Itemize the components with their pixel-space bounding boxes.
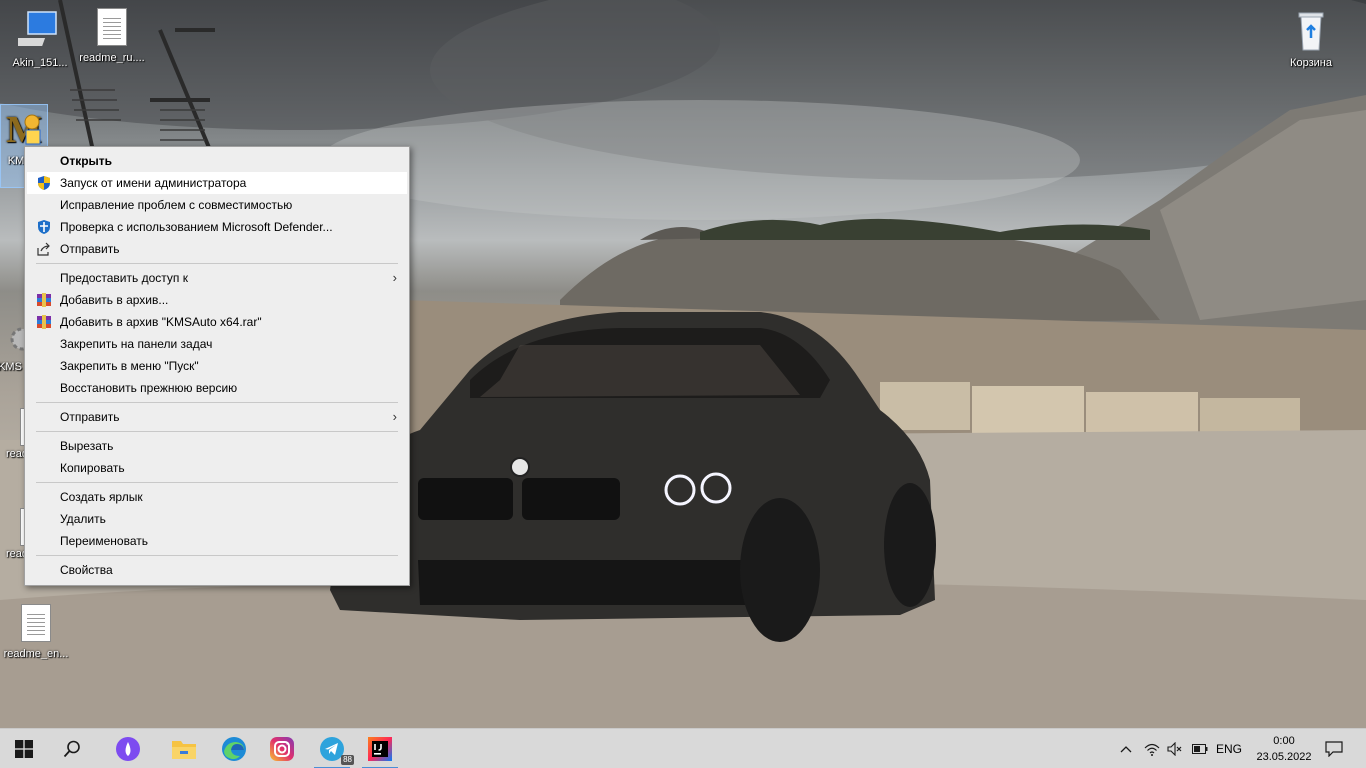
menu-item-label: Проверка с использованием Microsoft Defe… [60, 220, 333, 234]
menu-item-label: Добавить в архив "KMSAuto x64.rar" [60, 315, 262, 329]
desktop-icon-label: Akin_151... [12, 57, 68, 69]
menu-item-label: Предоставить доступ к [60, 271, 188, 285]
start-button[interactable] [0, 729, 48, 768]
menu-item-label: Добавить в архив... [60, 293, 169, 307]
battery-status[interactable] [1189, 729, 1211, 768]
menu-item-label: Удалить [60, 512, 106, 526]
clock-date: 23.05.2022 [1256, 751, 1312, 763]
menu-item-properties[interactable]: Свойства [27, 559, 407, 581]
menu-item-rename[interactable]: Переименовать [27, 530, 407, 552]
submenu-arrow-icon: › [392, 409, 397, 424]
computer-icon [8, 11, 57, 46]
menu-item-compatibility[interactable]: Исправление проблем с совместимостью [27, 194, 407, 216]
desktop-icon-readme-en[interactable]: readme_en... [0, 604, 74, 660]
defender-icon [38, 220, 50, 234]
menu-item-label: Закрепить на панели задач [60, 337, 213, 351]
submenu-arrow-icon: › [392, 270, 397, 285]
menu-item-label: Отправить [60, 410, 120, 424]
context-menu: Открыть Запуск от имени администратора И… [24, 146, 410, 586]
menu-item-copy[interactable]: Копировать [27, 457, 407, 479]
menu-item-label: Отправить [60, 242, 120, 256]
desktop-icon-label: readme_en... [3, 648, 69, 660]
menu-item-create-shortcut[interactable]: Создать ярлык [27, 486, 407, 508]
menu-separator [36, 263, 398, 264]
winrar-icon [37, 315, 51, 329]
menu-item-label: Восстановить прежнюю версию [60, 381, 238, 395]
menu-item-label: Открыть [60, 154, 113, 168]
menu-item-defender-scan[interactable]: Проверка с использованием Microsoft Defe… [27, 216, 407, 238]
menu-item-add-to-archive[interactable]: Добавить в архив... [27, 289, 407, 311]
show-hidden-icons-button[interactable] [1116, 729, 1136, 768]
recycle-bin-icon [1298, 12, 1324, 51]
search-button[interactable] [48, 729, 96, 768]
instagram-button[interactable] [258, 729, 306, 768]
intellij-icon [368, 737, 392, 761]
search-icon [63, 740, 80, 758]
network-status[interactable] [1141, 729, 1163, 768]
edge-icon [222, 737, 246, 761]
folder-icon [172, 741, 196, 759]
desktop-icon-label: Корзина [1290, 57, 1332, 69]
menu-item-label: Запуск от имени администратора [60, 176, 247, 190]
battery-icon [1192, 744, 1208, 754]
alice-button[interactable] [104, 729, 152, 768]
volume-muted-icon [1167, 742, 1182, 756]
wifi-icon [1144, 743, 1160, 756]
notifications-icon [1325, 741, 1343, 757]
alice-icon [116, 737, 140, 761]
menu-item-pin-start[interactable]: Закрепить в меню "Пуск" [27, 355, 407, 377]
edge-button[interactable] [210, 729, 258, 768]
clock-time: 0:00 [1273, 735, 1295, 747]
menu-separator [36, 555, 398, 556]
menu-item-open[interactable]: Открыть [27, 150, 407, 172]
language-indicator[interactable]: ENG [1216, 729, 1242, 768]
menu-item-run-as-admin[interactable]: Запуск от имени администратора [27, 172, 407, 194]
menu-item-label: Переименовать [60, 534, 148, 548]
chevron-up-icon [1120, 746, 1132, 753]
menu-item-delete[interactable]: Удалить [27, 508, 407, 530]
intellij-button[interactable] [356, 729, 404, 768]
menu-item-label: Создать ярлык [60, 490, 143, 504]
instagram-icon [270, 737, 294, 761]
action-center-button[interactable] [1318, 729, 1350, 768]
menu-item-add-to-named-archive[interactable]: Добавить в архив "KMSAuto x64.rar" [27, 311, 407, 333]
menu-item-send-to[interactable]: Отправить › [27, 406, 407, 428]
menu-item-label: Исправление проблем с совместимостью [60, 198, 293, 212]
menu-item-pin-taskbar[interactable]: Закрепить на панели задач [27, 333, 407, 355]
menu-item-label: Свойства [60, 563, 113, 577]
menu-separator [36, 482, 398, 483]
desktop-icon-readme-ru[interactable]: readme_ru.... [74, 8, 150, 64]
desktop-icon-label: readme_ru.... [79, 52, 145, 64]
menu-separator [36, 431, 398, 432]
windows-logo-icon [15, 740, 33, 758]
menu-item-label: Закрепить в меню "Пуск" [60, 359, 199, 373]
kmsauto-icon: M [6, 109, 42, 151]
desktop-icon-recycle-bin[interactable]: Корзина [1273, 8, 1349, 69]
text-file-icon [97, 8, 127, 46]
menu-item-share[interactable]: Отправить [27, 238, 407, 260]
explorer-button[interactable] [160, 729, 208, 768]
menu-item-label: Копировать [60, 461, 125, 475]
menu-item-give-access[interactable]: Предоставить доступ к › [27, 267, 407, 289]
uac-shield-icon [38, 176, 50, 190]
share-icon [37, 242, 50, 256]
menu-item-cut[interactable]: Вырезать [27, 435, 407, 457]
clock[interactable]: 0:00 23.05.2022 [1250, 733, 1318, 765]
volume-control[interactable] [1164, 729, 1186, 768]
taskbar: 88 ENG 0:00 23.05.2022 [0, 728, 1366, 768]
menu-item-restore-previous[interactable]: Восстановить прежнюю версию [27, 377, 407, 399]
telegram-unread-badge: 88 [341, 755, 354, 765]
menu-separator [36, 402, 398, 403]
text-file-icon [21, 604, 51, 642]
winrar-icon [37, 293, 51, 307]
telegram-button[interactable]: 88 [308, 729, 356, 768]
menu-item-label: Вырезать [60, 439, 114, 453]
desktop-icon-computer[interactable]: Akin_151... [2, 8, 78, 69]
